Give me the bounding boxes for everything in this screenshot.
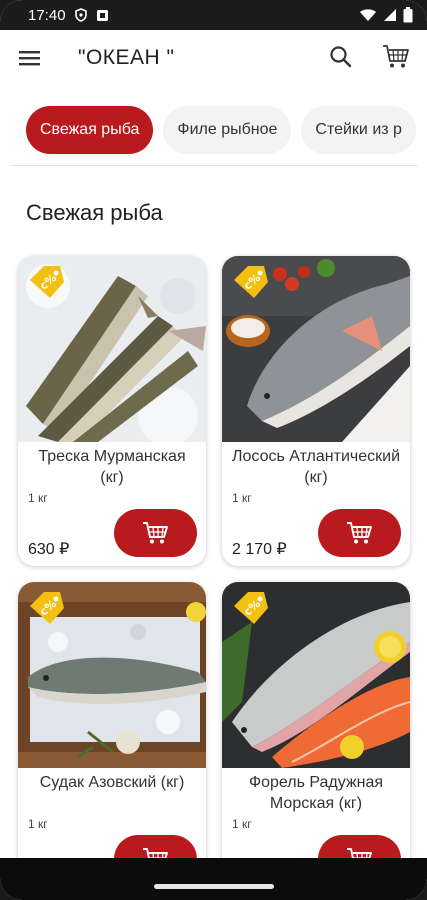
price-tag-icon: с%	[30, 592, 64, 624]
cart-icon	[346, 522, 372, 544]
app-title: "ОКЕАН "	[78, 46, 175, 69]
add-to-cart-button[interactable]	[318, 509, 401, 557]
search-icon	[330, 46, 352, 68]
home-gesture-handle[interactable]	[154, 884, 274, 889]
product-name: Судак Азовский (кг)	[39, 774, 185, 791]
product-weight: 1 кг	[28, 817, 48, 831]
chip-fresh-fish[interactable]: Свежая рыба	[26, 106, 154, 154]
status-bar: 17:40	[0, 0, 427, 30]
category-chips: Свежая рыба Филе рыбное Стейки из р	[26, 106, 416, 154]
cod-fish-image: с%	[18, 256, 206, 442]
app-bar: "ОКЕАН "	[0, 30, 427, 88]
product-weight: 1 кг	[232, 817, 252, 831]
section-title: Свежая рыба	[26, 200, 163, 225]
signal-icon	[384, 9, 396, 21]
notification-status-icon	[96, 9, 108, 21]
product-card[interactable]: с% Форель Радужная Морская (кг) 1 кг	[222, 582, 410, 892]
price-tag-icon: с%	[234, 592, 268, 624]
shopping-cart-icon	[383, 45, 409, 68]
product-name: Форель Радужная Морская (кг)	[248, 774, 384, 812]
product-weight: 1 кг	[28, 491, 48, 505]
product-name: Лосось Атлантический (кг)	[232, 448, 400, 486]
hamburger-menu-icon	[19, 51, 40, 66]
cart-button[interactable]	[381, 42, 413, 72]
chip-fish-steaks[interactable]: Стейки из р	[301, 106, 416, 154]
salmon-fish-image: с%	[222, 256, 410, 442]
divider	[10, 165, 418, 166]
product-price: 2 170 ₽	[232, 541, 287, 558]
price-tag-icon: с%	[30, 266, 64, 298]
shield-status-icon	[74, 8, 87, 22]
phone-screen: 17:40 "ОКЕАН " Свежая рыба Филе рыбное С…	[0, 0, 427, 900]
price-tag-icon: с%	[234, 266, 268, 298]
product-card[interactable]: с% Треска Мурманская (кг) 1 кг 630 ₽	[18, 256, 206, 566]
product-card[interactable]: с% Лосось Атлантический (кг) 1 кг 2 170 …	[222, 256, 410, 566]
chip-fish-fillet[interactable]: Филе рыбное	[163, 106, 292, 154]
battery-icon	[403, 7, 413, 23]
wifi-icon	[360, 9, 376, 21]
menu-button[interactable]	[18, 48, 44, 70]
add-to-cart-button[interactable]	[114, 509, 197, 557]
cart-icon	[142, 522, 168, 544]
system-navigation-bar	[0, 858, 427, 900]
product-price: 630 ₽	[28, 541, 70, 558]
status-time: 17:40	[28, 6, 66, 24]
zander-fish-image: с%	[18, 582, 206, 768]
product-weight: 1 кг	[232, 491, 252, 505]
search-button[interactable]	[328, 44, 356, 72]
trout-fish-image: с%	[222, 582, 410, 768]
product-card[interactable]: с% Судак Азовский (кг) 1 кг	[18, 582, 206, 892]
product-name: Треска Мурманская (кг)	[38, 448, 186, 486]
